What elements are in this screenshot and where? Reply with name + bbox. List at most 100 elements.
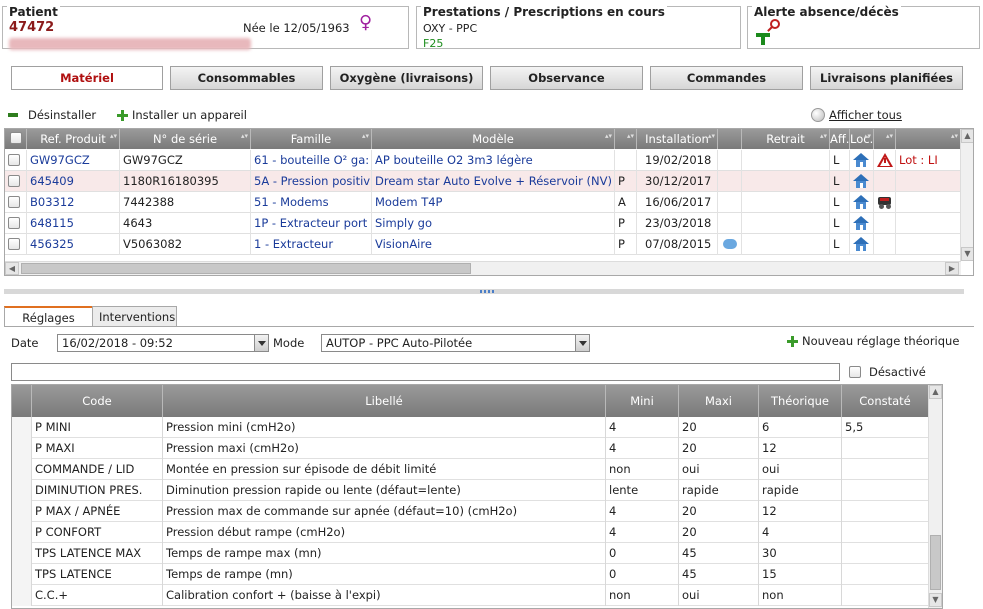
setting-observed[interactable] [842, 564, 928, 585]
table-row[interactable]: 648115 4643 1P - Extracteur port Simply … [5, 213, 961, 234]
scroll-right-button[interactable]: ▶ [945, 262, 959, 275]
table-row[interactable]: P MAXI Pression maxi (cmH2o) 4 20 12 [12, 438, 928, 459]
row-checkbox-cell[interactable] [5, 213, 27, 234]
row-checkbox[interactable] [8, 196, 20, 208]
scroll-down-button[interactable]: ▼ [961, 247, 973, 261]
column-header-libelle[interactable]: Libellé [163, 385, 606, 417]
setting-theoretical[interactable]: 12 [759, 438, 842, 459]
setting-theoretical[interactable]: 15 [759, 564, 842, 585]
column-header-model[interactable]: Modèle ▴▾ [372, 129, 615, 149]
table-row[interactable]: TPS LATENCE Temps de rampe (mn) 0 45 15 [12, 564, 928, 585]
product-ref[interactable]: GW97GCZ [27, 150, 120, 171]
column-header-serial[interactable]: N° de série ▴▾ [120, 129, 251, 149]
table-row[interactable]: C.C.+ Calibration confort + (baisse à l'… [12, 585, 928, 606]
tab-interventions[interactable]: Interventions [92, 306, 177, 327]
vscroll-thumb[interactable] [930, 535, 941, 590]
setting-observed[interactable]: 5,5 [842, 417, 928, 438]
settings-grid-vscroll[interactable]: ▲ ▼ [928, 385, 942, 608]
setting-observed[interactable] [842, 522, 928, 543]
new-setting-button[interactable]: Nouveau réglage théorique [787, 334, 959, 348]
loc-cell[interactable] [850, 192, 874, 213]
chevron-down-icon[interactable] [254, 335, 268, 351]
setting-observed[interactable] [842, 501, 928, 522]
column-header-info[interactable] [718, 129, 742, 149]
column-header-family[interactable]: Famille ▴▾ [251, 129, 372, 149]
setting-theoretical[interactable]: 12 [759, 501, 842, 522]
tab-observance[interactable]: Observance [490, 66, 643, 90]
chevron-down-icon[interactable] [575, 335, 589, 351]
house-icon[interactable] [853, 216, 869, 230]
column-header-status[interactable]: ▴▾ [874, 129, 896, 149]
status-cell[interactable] [874, 192, 896, 213]
column-header-aff[interactable]: Aff. [830, 129, 850, 149]
splitter-grip[interactable] [480, 290, 494, 293]
comment-icon[interactable] [723, 239, 737, 249]
tab-reglages[interactable]: Réglages [4, 306, 93, 327]
loc-cell[interactable] [850, 171, 874, 192]
select-all-checkbox[interactable] [9, 132, 22, 144]
info-cell[interactable] [718, 234, 742, 255]
warning-icon[interactable] [877, 153, 893, 167]
show-all-link[interactable]: Afficher tous [811, 108, 902, 122]
setting-theoretical[interactable]: 6 [759, 417, 842, 438]
table-row[interactable]: TPS LATENCE MAX Temps de rampe max (mn) … [12, 543, 928, 564]
date-select[interactable]: 16/02/2018 - 09:52 [57, 334, 269, 352]
uninstall-button[interactable]: Désinstaller [8, 108, 96, 122]
house-icon[interactable] [853, 237, 869, 251]
table-row[interactable]: COMMANDE / LID Montée en pression sur ép… [12, 459, 928, 480]
tab-materiel[interactable]: Matériel [11, 66, 163, 90]
table-row[interactable]: GW97GCZ GW97GCZ 61 - bouteille O² ga: AP… [5, 150, 961, 171]
filter-input[interactable] [11, 363, 840, 381]
house-icon[interactable] [853, 174, 869, 188]
table-row[interactable]: P MINI Pression mini (cmH2o) 4 20 6 5,5 [12, 417, 928, 438]
row-checkbox[interactable] [8, 175, 20, 187]
table-row[interactable]: P MAX / APNÉE Pression max de commande s… [12, 501, 928, 522]
row-checkbox[interactable] [8, 217, 20, 229]
loc-cell[interactable] [850, 150, 874, 171]
hscroll-thumb[interactable] [21, 263, 471, 274]
column-header-loc[interactable]: Loc. ▴▾ [850, 129, 874, 149]
column-header-ref[interactable]: Ref. Produit ▴▾ [27, 129, 120, 149]
tab-oxygene[interactable]: Oxygène (livraisons) [330, 66, 483, 90]
tab-consommables[interactable]: Consommables [170, 66, 323, 90]
column-header-constate[interactable]: Constaté [842, 385, 928, 417]
column-header-installation[interactable]: Installation ▴▾ [637, 129, 718, 149]
table-row[interactable]: B03312 7442388 51 - Modems Modem T4P A 1… [5, 192, 961, 213]
loc-cell[interactable] [850, 234, 874, 255]
product-ref[interactable]: 645409 [27, 171, 120, 192]
disabled-checkbox-group[interactable]: Désactivé [849, 365, 926, 379]
equipment-grid-hscroll[interactable]: ◀ ▶ [5, 261, 961, 275]
table-row[interactable]: 645409 1180R16180395 5A - Pression posit… [5, 171, 961, 192]
disabled-checkbox[interactable] [849, 366, 861, 378]
scroll-up-button[interactable]: ▲ [961, 129, 973, 143]
setting-observed[interactable] [842, 585, 928, 606]
column-header-flag[interactable]: ▴▾ [615, 129, 637, 149]
row-checkbox-cell[interactable] [5, 234, 27, 255]
column-header-mini[interactable]: Mini [606, 385, 679, 417]
alert-person-icon[interactable] [754, 19, 788, 47]
column-header-retrait[interactable]: Retrait ▴▾ [742, 129, 830, 149]
loc-cell[interactable] [850, 213, 874, 234]
table-row[interactable]: P CONFORT Pression début rampe (cmH2o) 4… [12, 522, 928, 543]
column-header-lot[interactable]: ▴▾ [896, 129, 961, 149]
setting-theoretical[interactable]: oui [759, 459, 842, 480]
setting-theoretical[interactable]: rapide [759, 480, 842, 501]
setting-theoretical[interactable]: non [759, 585, 842, 606]
scroll-up-button[interactable]: ▲ [929, 385, 942, 399]
row-checkbox[interactable] [8, 154, 20, 166]
install-device-button[interactable]: Installer un appareil [117, 108, 247, 122]
product-ref[interactable]: 648115 [27, 213, 120, 234]
table-row[interactable]: 456325 V5063082 1 - Extracteur VisionAir… [5, 234, 961, 255]
status-cell[interactable] [874, 150, 896, 171]
table-row[interactable]: DIMINUTION PRES. Diminution pression rap… [12, 480, 928, 501]
column-header-code[interactable]: Code [32, 385, 163, 417]
row-checkbox-cell[interactable] [5, 192, 27, 213]
row-checkbox[interactable] [8, 238, 20, 250]
column-header-maxi[interactable]: Maxi [679, 385, 759, 417]
house-icon[interactable] [853, 195, 869, 209]
tab-commandes[interactable]: Commandes [650, 66, 803, 90]
tab-livraisons-planifiees[interactable]: Livraisons planifiées [810, 66, 963, 90]
row-checkbox-cell[interactable] [5, 150, 27, 171]
scroll-down-button[interactable]: ▼ [929, 593, 942, 607]
mode-select[interactable]: AUTOP - PPC Auto-Pilotée [321, 334, 590, 352]
